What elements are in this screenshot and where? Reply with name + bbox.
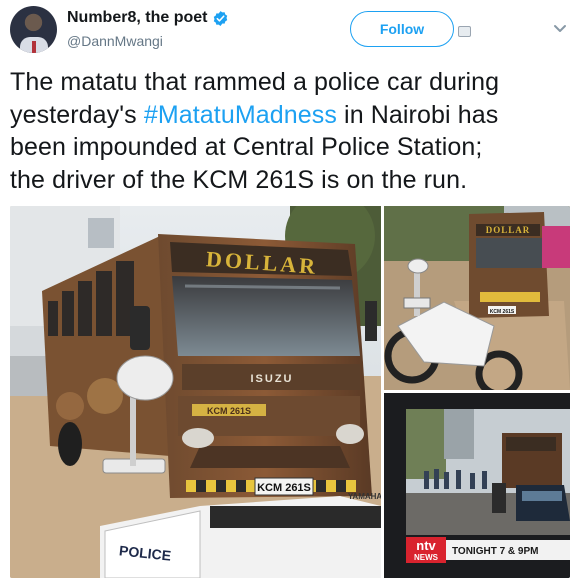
verified-badge-icon — [212, 10, 229, 27]
ntv-logo-bottom: NEWS — [414, 553, 439, 562]
chevron-down-icon[interactable] — [553, 24, 567, 34]
ntv-logo-top: ntv — [416, 538, 436, 553]
name-row: Number8, the poet — [67, 9, 229, 27]
tweet-line-4: the driver of the KCM 261S is on the run… — [10, 165, 468, 194]
tweet-line-1: The matatu that rammed a police car duri… — [10, 68, 500, 96]
main-front-plate: KCM 261S — [257, 482, 311, 494]
display-name[interactable]: Number8, the poet — [67, 9, 207, 27]
top-bus-plate: KCM 261S — [490, 309, 515, 315]
user-handle[interactable]: @DannMwangi — [67, 33, 163, 49]
bike-brand: YAMAHA — [348, 492, 381, 501]
tweet-header: Number8, the poet @DannMwangi Follow — [0, 0, 575, 60]
photo-matatu-side[interactable]: DOLLAR KCM 261S — [384, 206, 570, 390]
tweet-line-3: been impounded at Central Police Station… — [10, 133, 483, 161]
main-bus-brand: ISUZU — [251, 373, 294, 385]
tweet-line-2: yesterday's #MatatuMadness in Nairobi ha… — [10, 99, 570, 132]
photo-ntv-news[interactable]: ntv NEWS TONIGHT 7 & 9PM — [384, 393, 570, 578]
main-bus-plate-strip: KCM 261S — [207, 406, 251, 416]
follow-button[interactable]: Follow — [350, 11, 454, 47]
top-bus-sign: DOLLAR — [486, 225, 531, 235]
ntv-ticker: TONIGHT 7 & 9PM — [452, 546, 539, 557]
avatar-tie — [32, 41, 36, 53]
hashtag-link[interactable]: #MatatuMadness — [144, 101, 337, 129]
tweet-text: The matatu that rammed a police car duri… — [10, 66, 570, 196]
avatar[interactable] — [10, 6, 57, 53]
tweet-line-2-end: in Nairobi has — [337, 100, 499, 129]
photo-matatu-main[interactable]: KCM 261S DOLLAR ISUZU KCM 261S POLICE YA… — [10, 206, 381, 578]
tweet-line-2-start: yesterday's — [10, 100, 144, 129]
media-grid: KCM 261S DOLLAR ISUZU KCM 261S POLICE YA… — [10, 206, 570, 578]
blocked-icon[interactable] — [458, 26, 471, 37]
